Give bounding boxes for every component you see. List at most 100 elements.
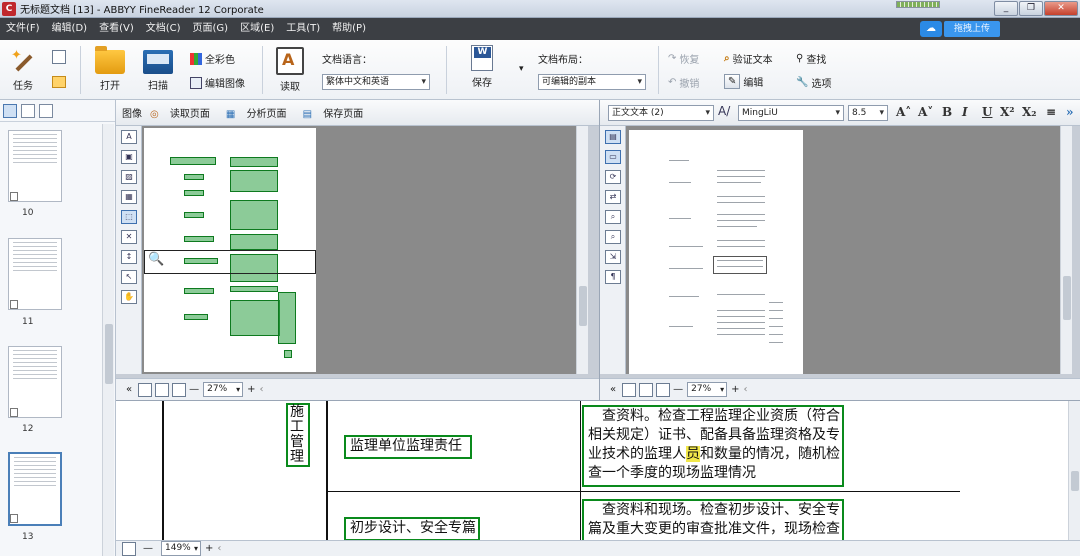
zoom-pane-zoom-select[interactable]: 149%: [161, 541, 201, 556]
zone[interactable]: [184, 314, 208, 320]
save-button[interactable]: 保存: [462, 45, 502, 89]
options-button[interactable]: 🔧 选项: [796, 75, 831, 90]
zone[interactable]: [278, 292, 296, 344]
text-zoom-select[interactable]: 27%: [687, 382, 728, 397]
layout-view-icon[interactable]: ▭: [605, 150, 621, 164]
hand-icon[interactable]: ✋: [121, 290, 137, 304]
text-view-icon[interactable]: ▤: [605, 130, 621, 144]
pages-scrollbar[interactable]: [102, 124, 114, 556]
zone[interactable]: [230, 234, 278, 250]
fit-width-icon[interactable]: [155, 382, 170, 397]
text-scroll-thumb[interactable]: [1063, 276, 1071, 320]
menu-area[interactable]: 区域(E): [234, 18, 280, 40]
doc-layout-select[interactable]: 可编辑的副本: [538, 74, 646, 90]
edit-button[interactable]: ✎ 编辑: [724, 74, 763, 89]
upload-button[interactable]: ☁ 拖拽上传: [919, 21, 1000, 37]
subscript-button[interactable]: X₂: [1022, 105, 1037, 119]
thumbnail-view-icon[interactable]: [3, 103, 17, 118]
zoom-in-icon[interactable]: +: [247, 384, 255, 395]
pages-scroll-thumb[interactable]: [105, 324, 113, 384]
fit-height-icon[interactable]: [172, 382, 187, 397]
delete-area-icon[interactable]: ✕: [121, 230, 137, 244]
image-zoom-select[interactable]: 27%: [203, 382, 244, 397]
zoom-in-icon[interactable]: +: [205, 543, 213, 554]
align-button[interactable]: ≡: [1046, 105, 1056, 119]
decrease-font-button[interactable]: A˅: [918, 105, 933, 119]
replace-text-icon[interactable]: ⌕: [605, 230, 621, 244]
zone[interactable]: [230, 200, 278, 230]
menu-help[interactable]: 帮助(P): [326, 18, 372, 40]
scroll-left-icon[interactable]: ‹: [217, 543, 221, 554]
recent-folder-icon[interactable]: [52, 76, 66, 88]
zone[interactable]: [184, 190, 204, 196]
zone[interactable]: [230, 170, 278, 192]
close-button[interactable]: ✕: [1044, 1, 1078, 16]
zone[interactable]: [184, 236, 214, 242]
zoom-pane[interactable]: 施 工 管 理 监理单位监理责任 查资料。检查工程监理企业资质（符合 相关规定）…: [116, 400, 1080, 540]
zoom-frame[interactable]: [144, 250, 316, 274]
insert-icon[interactable]: ⇲: [605, 250, 621, 264]
doc-language-select[interactable]: 繁体中文和英语: [322, 74, 430, 90]
text-area-icon[interactable]: A: [121, 130, 137, 144]
zoom-out-icon[interactable]: —: [189, 384, 199, 395]
text-scrollbar[interactable]: [1060, 126, 1072, 374]
zone[interactable]: [184, 174, 204, 180]
zoom-in-icon[interactable]: +: [731, 384, 739, 395]
zoom-out-icon[interactable]: —: [673, 384, 683, 395]
details-view-icon[interactable]: [21, 103, 35, 118]
fit-page-icon[interactable]: [138, 382, 153, 397]
menu-document[interactable]: 文档(C): [140, 18, 187, 40]
minimize-button[interactable]: _: [994, 1, 1018, 16]
save-dropdown-arrow[interactable]: ▾: [519, 64, 524, 74]
zoom-scroll-thumb[interactable]: [1071, 471, 1079, 491]
page-properties-icon[interactable]: [39, 103, 53, 118]
zone[interactable]: [184, 212, 204, 218]
maximize-button[interactable]: ❐: [1019, 1, 1043, 16]
background-picture-area-icon[interactable]: ▨: [121, 170, 137, 184]
undo-button[interactable]: ↶ 撤销: [668, 75, 699, 90]
open-button[interactable]: 打开: [92, 46, 128, 92]
zone[interactable]: [230, 157, 278, 167]
image-scroll-thumb[interactable]: [579, 286, 587, 326]
zone[interactable]: [230, 286, 278, 292]
menu-file[interactable]: 文件(F): [0, 18, 46, 40]
bold-button[interactable]: B: [942, 105, 952, 119]
save-page-button[interactable]: ▤ 保存页面: [303, 105, 372, 120]
analyze-page-button[interactable]: ▦ 分析页面: [226, 105, 295, 120]
zone[interactable]: [230, 300, 280, 336]
scan-button[interactable]: 扫描: [140, 50, 176, 92]
picture-area-icon[interactable]: ▣: [121, 150, 137, 164]
fit-width-icon[interactable]: [639, 382, 654, 397]
italic-button[interactable]: I: [962, 105, 968, 119]
pointer-icon[interactable]: ↖: [121, 270, 137, 284]
font-size-select[interactable]: 8.5: [848, 105, 888, 121]
menu-view[interactable]: 查看(V): [93, 18, 140, 40]
scroll-left-icon[interactable]: ‹: [744, 384, 748, 395]
fit-height-icon[interactable]: [656, 382, 671, 397]
font-select[interactable]: MingLiU: [738, 105, 844, 121]
menu-edit[interactable]: 编辑(D): [46, 18, 94, 40]
zoom-scrollbar[interactable]: [1068, 401, 1080, 540]
find-button[interactable]: ⚲ 查找: [796, 51, 826, 66]
zoom-pane-icon[interactable]: [122, 541, 136, 556]
text-canvas[interactable]: [626, 126, 1072, 374]
image-scrollbar[interactable]: [576, 126, 588, 374]
find-text-icon[interactable]: ⌕: [605, 210, 621, 224]
refresh-icon[interactable]: ⟳: [605, 170, 621, 184]
paragraph-style-select[interactable]: 正文文本 (2): [608, 105, 714, 121]
fit-page-icon[interactable]: [622, 382, 637, 397]
pilcrow-icon[interactable]: ¶: [605, 270, 621, 284]
edit-image-button[interactable]: 编辑图像: [190, 75, 245, 90]
table-area-icon[interactable]: ▦: [121, 190, 137, 204]
redo-button[interactable]: ↷ 恢复: [668, 51, 699, 66]
font-color-icon[interactable]: A/: [718, 104, 730, 118]
increase-font-button[interactable]: A˄: [896, 105, 911, 119]
zoom-out-icon[interactable]: —: [143, 543, 153, 554]
collapse-icon[interactable]: «: [610, 384, 616, 395]
read-button[interactable]: 读取: [272, 47, 308, 93]
zone[interactable]: [184, 288, 214, 294]
zone[interactable]: [170, 157, 216, 165]
full-color-toggle[interactable]: 全彩色: [190, 51, 235, 66]
collapse-icon[interactable]: «: [126, 384, 132, 395]
more-format-button[interactable]: »: [1066, 105, 1074, 119]
